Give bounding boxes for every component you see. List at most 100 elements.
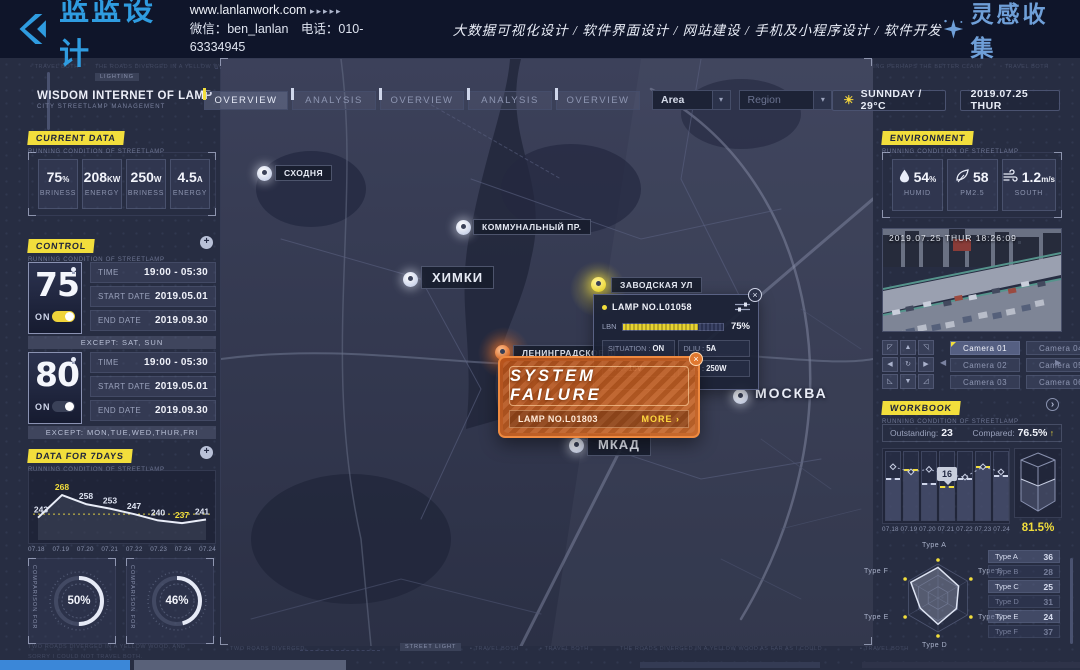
camera-button-4[interactable]: Camera 04 xyxy=(1026,341,1080,355)
schedule-row-end[interactable]: END DATE2019.09.30 xyxy=(90,400,216,421)
tab-analysis-2[interactable]: ANALYSIS xyxy=(468,91,552,110)
close-icon[interactable]: × xyxy=(689,352,703,366)
camera-button-2[interactable]: Camera 02 xyxy=(950,358,1020,372)
area-select[interactable]: Area ▾ xyxy=(652,90,731,110)
brightness-bar[interactable] xyxy=(622,323,724,331)
camera-button-1[interactable]: Camera 01 xyxy=(950,341,1020,355)
stat-energy-a: 4.5AENERGY xyxy=(170,159,210,209)
type-row-f[interactable]: Type F37 xyxy=(988,625,1060,638)
pan-up-right-button[interactable]: ◹ xyxy=(918,340,934,355)
radar-label-d: Type D xyxy=(922,642,947,649)
city-map[interactable]: СХОДНЯ КОММУНАЛЬНЫЙ ПР. ХИМКИ ЗАВОДСКАЯ … xyxy=(220,58,872,645)
tab-overview-1[interactable]: OVERVIEW xyxy=(204,91,288,110)
inspiration-collect[interactable]: 灵感收集 xyxy=(942,0,1062,63)
add-schedule-button[interactable]: + xyxy=(200,236,213,249)
footer-bar-gray xyxy=(134,660,346,670)
type-row-b[interactable]: Type B28 xyxy=(988,565,1060,578)
map-label-zavodskaya[interactable]: ЗАВОДСКАЯ УЛ xyxy=(611,277,702,293)
weather-text: SUNNDAY / 29°C xyxy=(861,88,935,112)
site-logo-text: 蓝蓝设计 xyxy=(59,0,172,73)
schedule-row-start[interactable]: START DATE2019.05.01 xyxy=(90,286,216,307)
pan-down-button[interactable]: ▼ xyxy=(900,374,916,389)
bar-07-18[interactable] xyxy=(885,451,901,521)
radar-canvas xyxy=(890,546,986,650)
up-arrow-icon: ↑ xyxy=(1050,428,1054,438)
lbn-value: 75% xyxy=(731,321,750,332)
pan-down-left-button[interactable]: ◺ xyxy=(882,374,898,389)
schedule-row-start[interactable]: START DATE2019.05.01 xyxy=(90,376,216,397)
lamp-pin[interactable] xyxy=(733,389,748,404)
pan-up-left-button[interactable]: ◸ xyxy=(882,340,898,355)
failure-lamp-id: LAMP NO.L01803 xyxy=(518,414,598,424)
lamp-pin[interactable] xyxy=(257,166,272,181)
footer-bar-blue xyxy=(0,660,130,670)
pan-left-button[interactable]: ◀ xyxy=(882,357,898,372)
map-label-khimki[interactable]: ХИМКИ xyxy=(421,266,494,289)
bar-07-21[interactable] xyxy=(939,451,955,521)
reset-view-button[interactable]: ↻ xyxy=(900,357,916,372)
tab-bar: OVERVIEW ANALYSIS OVERVIEW ANALYSIS OVER… xyxy=(204,91,644,110)
type-row-e[interactable]: Type E24 xyxy=(988,610,1060,623)
bar-07-20[interactable] xyxy=(921,451,937,521)
lanlan-logo-icon xyxy=(16,9,51,49)
type-row-c[interactable]: Type C25 xyxy=(988,580,1060,593)
schedule-toggle[interactable] xyxy=(52,401,75,412)
decoration-badge: LIGHTING xyxy=(95,73,139,81)
current-data-stats: 75%BRINESS 208KWENERGY 250WBRINESS 4.5AE… xyxy=(28,152,216,216)
pan-down-right-button[interactable]: ◿ xyxy=(918,374,934,389)
bar-07-19[interactable] xyxy=(903,451,919,521)
right-scroll-indicator[interactable] xyxy=(1070,558,1073,644)
bar-07-22[interactable] xyxy=(957,451,973,521)
more-button[interactable]: MORE › xyxy=(642,414,681,424)
map-label-skhodnya[interactable]: СХОДНЯ xyxy=(275,165,332,181)
sliders-icon[interactable] xyxy=(735,302,750,312)
svg-text:247: 247 xyxy=(127,501,141,511)
type-row-a[interactable]: Type A36 xyxy=(988,550,1060,563)
bar-07-24[interactable] xyxy=(993,451,1009,521)
svg-text:241: 241 xyxy=(195,507,209,517)
tab-overview-2[interactable]: OVERVIEW xyxy=(380,91,464,110)
brightness-level-box: 75 ON xyxy=(28,262,82,334)
panel-title-badge: ENVIRONMENT xyxy=(881,131,974,145)
schedule-row-end[interactable]: END DATE2019.09.30 xyxy=(90,310,216,331)
site-logo[interactable]: 蓝蓝设计 xyxy=(16,0,172,73)
pan-right-button[interactable]: ▶ xyxy=(918,357,934,372)
page-title: WISDOM INTERNET OF LAMP xyxy=(37,90,213,102)
schedule-row-time[interactable]: TIME19:00 - 05:30 xyxy=(90,262,216,283)
on-label: ON xyxy=(35,312,51,322)
camera-feed[interactable]: 2019.07.25 THUR 18:26:09 xyxy=(882,228,1062,332)
map-label-moskva[interactable]: МОСКВА xyxy=(755,385,828,401)
bar-07-23[interactable] xyxy=(975,451,991,521)
map-label-kommunalny[interactable]: КОММУНАЛЬНЫЙ ПР. xyxy=(473,219,591,235)
schedule-toggle[interactable] xyxy=(52,311,75,322)
pan-up-button[interactable]: ▲ xyxy=(900,340,916,355)
svg-text:243: 243 xyxy=(34,505,48,515)
decoration-text: ▫ TRAVEL BOTH xyxy=(1000,64,1049,70)
camera-button-5[interactable]: Camera 05 xyxy=(1026,358,1080,372)
site-url[interactable]: www.lanlanwork.com xyxy=(190,3,307,17)
camera-button-3[interactable]: Camera 03 xyxy=(950,375,1020,389)
tab-analysis-1[interactable]: ANALYSIS xyxy=(292,91,376,110)
week-line-chart: 243268258253247240237241 xyxy=(28,470,216,544)
close-icon[interactable]: × xyxy=(748,288,762,302)
site-header: 蓝蓝设计 www.lanlanwork.com ▸▸▸▸▸ 微信：ben_lan… xyxy=(0,0,1080,58)
tab-overview-3[interactable]: OVERVIEW xyxy=(556,91,640,110)
brightness-level-box: 80 ON xyxy=(28,352,82,424)
site-services: 大数据可视化设计 / 软件界面设计 / 网站建设 / 手机及小程序设计 / 软件… xyxy=(453,19,942,39)
workbook-next-button[interactable]: › xyxy=(1046,398,1059,411)
expand-chart-button[interactable]: + xyxy=(200,446,213,459)
type-row-d[interactable]: Type D31 xyxy=(988,595,1060,608)
camera-prev-icon[interactable]: ◀ xyxy=(940,358,946,367)
camera-button-6[interactable]: Camera 06 xyxy=(1026,375,1080,389)
region-select[interactable]: Region ▾ xyxy=(739,90,833,110)
traffic-scene xyxy=(883,229,1061,331)
alert-lamp-pin[interactable] xyxy=(591,277,606,292)
lamp-pin[interactable] xyxy=(456,220,471,235)
stat-briness-w: 250WBRINESS xyxy=(126,159,166,209)
lamp-popup-title: LAMP NO.L01058 xyxy=(612,302,692,312)
lamp-pin[interactable] xyxy=(403,272,418,287)
schedule-row-time[interactable]: TIME19:00 - 05:30 xyxy=(90,352,216,373)
camera-next-icon[interactable]: ▶ xyxy=(1055,358,1061,367)
lamp-pin[interactable] xyxy=(569,438,584,453)
dashboard: ▫ TRAVEL BOTH THE ROADS DIVERGED IN A YE… xyxy=(0,58,1080,670)
